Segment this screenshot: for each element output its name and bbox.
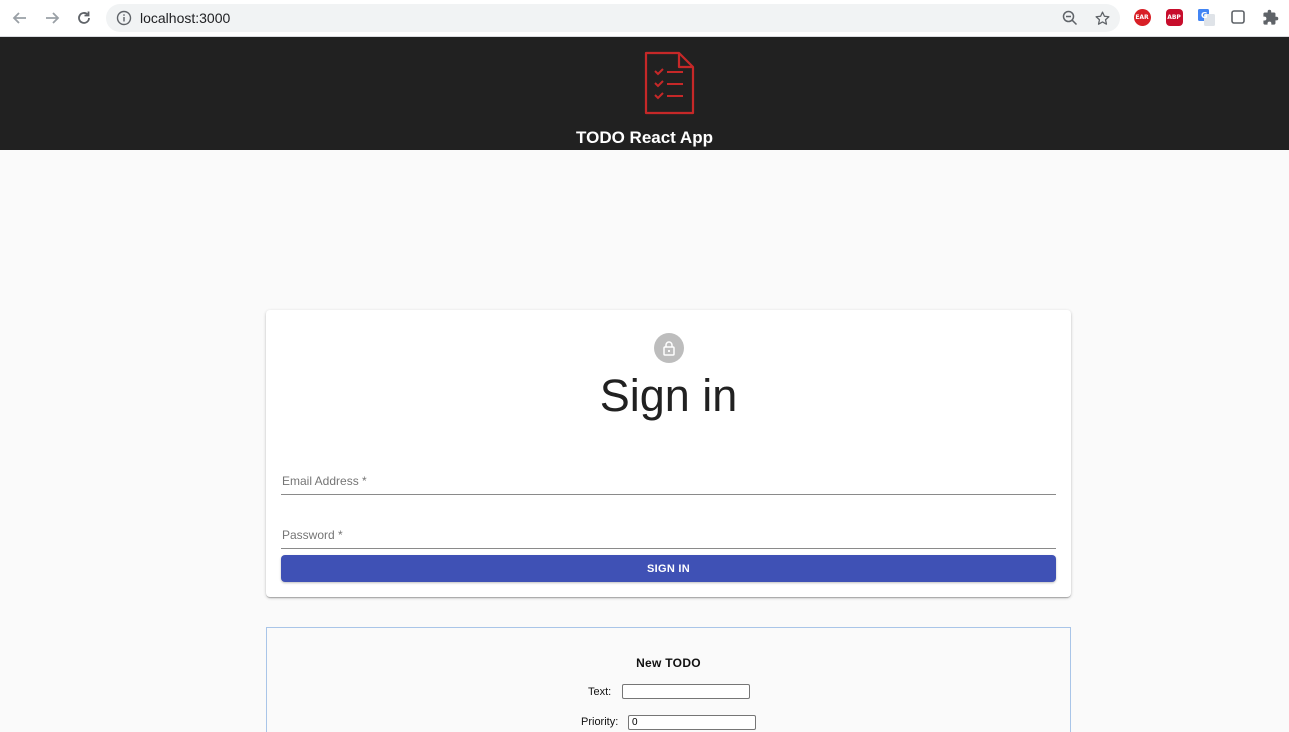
email-field[interactable]: Email Address * <box>281 461 1056 495</box>
password-field[interactable]: Password * <box>281 515 1056 549</box>
square-extension-icon[interactable] <box>1229 8 1247 26</box>
password-input[interactable] <box>281 515 1056 548</box>
app-title: TODO React App <box>576 128 713 147</box>
todo-text-input[interactable] <box>622 684 750 699</box>
address-bar[interactable]: localhost:3000 <box>106 4 1120 32</box>
url-text[interactable]: localhost:3000 <box>140 10 230 26</box>
priority-label: Priority: <box>581 716 619 728</box>
star-icon[interactable] <box>1093 9 1111 27</box>
zoom-out-icon[interactable] <box>1061 9 1079 27</box>
signin-card: Sign in Email Address * Password * SIGN … <box>266 310 1071 597</box>
signin-button[interactable]: SIGN IN <box>281 555 1056 582</box>
new-todo-form: New TODO Text: Priority: <box>266 627 1071 732</box>
extensions-puzzle-icon[interactable] <box>1261 8 1279 26</box>
forward-arrow-icon[interactable] <box>40 6 64 30</box>
abp-badge-text: ABP <box>1165 8 1183 26</box>
back-arrow-icon[interactable] <box>8 6 32 30</box>
email-input[interactable] <box>281 461 1056 494</box>
text-label: Text: <box>588 686 612 698</box>
svg-text:G: G <box>1201 11 1208 20</box>
ear-badge-text: EAR <box>1133 8 1151 26</box>
reload-icon[interactable] <box>72 6 96 30</box>
priority-input[interactable] <box>628 715 756 730</box>
adblock-plus-extension-icon[interactable]: ABP <box>1165 8 1183 26</box>
info-icon[interactable] <box>115 9 133 27</box>
new-todo-title: New TODO <box>636 656 701 670</box>
todo-list-document-icon <box>641 51 697 115</box>
app-header: TODO React App <box>0 37 1289 150</box>
signin-title: Sign in <box>599 370 738 421</box>
browser-toolbar: localhost:3000 EAR ABP G <box>0 0 1289 37</box>
google-translate-extension-icon[interactable]: G <box>1197 8 1215 26</box>
ear-extension-icon[interactable]: EAR <box>1133 8 1151 26</box>
lock-icon <box>654 333 684 363</box>
